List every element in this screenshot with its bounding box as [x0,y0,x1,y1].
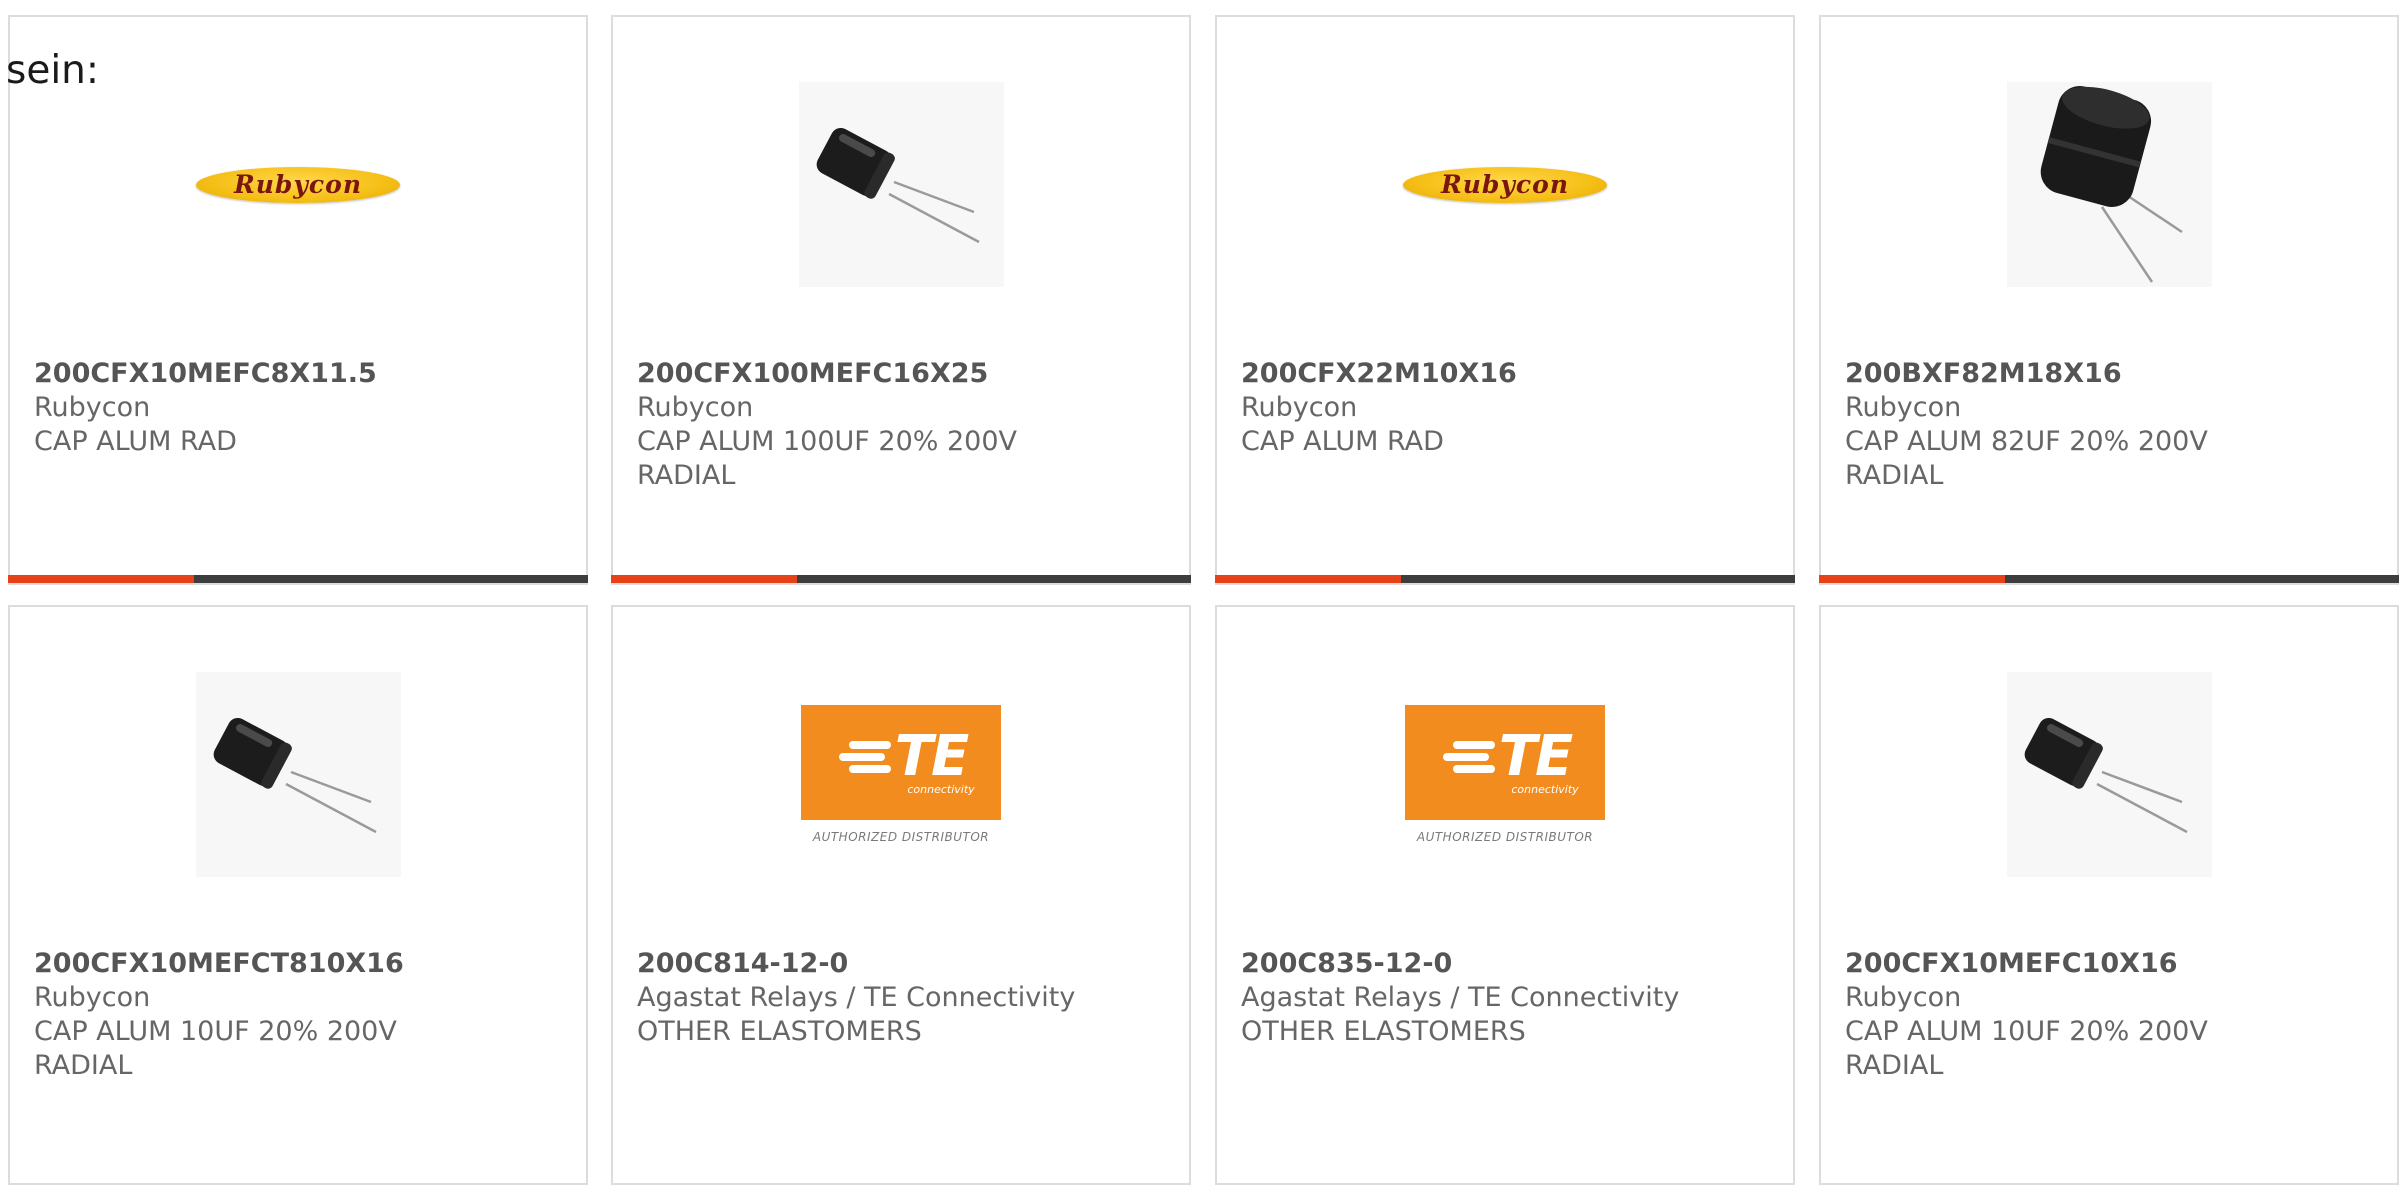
part-number[interactable]: 200BXF82M18X16 [1845,357,2373,391]
product-card[interactable]: Rubycon 200CFX10MEFC8X11.5 Rubycon CAP A… [8,15,588,585]
te-connectivity-logo: TE connectivity AUTHORIZED DISTRIBUTOR [801,705,1001,844]
carousel-progress-fill [1215,575,1401,583]
product-card[interactable]: 200CFX10MEFCT810X16 Rubycon CAP ALUM 10U… [8,605,588,1185]
description: OTHER ELASTOMERS [637,1016,922,1047]
product-image [613,82,1189,287]
carousel-progress-bar [1215,575,1795,583]
te-logo-caption: AUTHORIZED DISTRIBUTOR [1416,830,1594,844]
te-logo-text: TE [894,724,969,789]
description: CAP ALUM RAD [1241,426,1444,457]
te-logo-sub: connectivity [907,783,975,796]
product-image: TE connectivity AUTHORIZED DISTRIBUTOR [613,672,1189,877]
description: CAP ALUM RAD [34,426,237,457]
te-stripes-icon [1442,741,1495,773]
product-card[interactable]: TE connectivity AUTHORIZED DISTRIBUTOR 2… [611,605,1191,1185]
capacitor-icon [2006,82,2212,287]
product-image [10,672,586,877]
product-image: Rubycon [1217,82,1793,287]
te-logo-text: TE [1498,724,1573,789]
product-card[interactable]: 200BXF82M18X16 Rubycon CAP ALUM 82UF 20%… [1819,15,2399,585]
description: CAP ALUM 100UF 20% 200V RADIAL [637,426,1018,491]
product-card[interactable]: TE connectivity AUTHORIZED DISTRIBUTOR 2… [1215,605,1795,1185]
product-image: TE connectivity AUTHORIZED DISTRIBUTOR [1217,672,1793,877]
manufacturer: Agastat Relays / TE Connectivity [1241,982,1680,1013]
product-card[interactable]: 200CFX10MEFC10X16 Rubycon CAP ALUM 10UF … [1819,605,2399,1185]
manufacturer: Rubycon [34,982,151,1013]
description: CAP ALUM 10UF 20% 200V RADIAL [1845,1016,2208,1081]
rubycon-logo: Rubycon [1403,166,1607,203]
manufacturer: Rubycon [1845,982,1962,1013]
capacitor-icon [798,82,1004,287]
part-number[interactable]: 200CFX10MEFC8X11.5 [34,357,562,391]
part-number[interactable]: 200CFX22M10X16 [1241,357,1769,391]
rubycon-logo: Rubycon [196,166,400,203]
carousel-progress-bar [8,575,588,583]
manufacturer: Rubycon [34,392,151,423]
te-stripes-icon [838,741,891,773]
product-image [1821,82,2397,287]
carousel-progress-bar [611,575,1191,583]
te-logo-sub: connectivity [1511,783,1579,796]
description: CAP ALUM 10UF 20% 200V RADIAL [34,1016,397,1081]
part-number[interactable]: 200CFX100MEFC16X25 [637,357,1165,391]
carousel-progress-bar [1819,575,2399,583]
manufacturer: Rubycon [1845,392,1962,423]
manufacturer: Agastat Relays / TE Connectivity [637,982,1076,1013]
part-number[interactable]: 200CFX10MEFC10X16 [1845,947,2373,981]
capacitor-icon [2006,672,2212,877]
part-number[interactable]: 200C835-12-0 [1241,947,1769,981]
description: CAP ALUM 82UF 20% 200V RADIAL [1845,426,2208,491]
part-number[interactable]: 200CFX10MEFCT810X16 [34,947,562,981]
part-number[interactable]: 200C814-12-0 [637,947,1165,981]
carousel-progress-fill [611,575,797,583]
carousel-progress-fill [1819,575,2005,583]
manufacturer: Rubycon [1241,392,1358,423]
carousel-progress-fill [8,575,194,583]
page-label: sein: [6,48,100,93]
product-card[interactable]: 200CFX100MEFC16X25 Rubycon CAP ALUM 100U… [611,15,1191,585]
product-card[interactable]: Rubycon 200CFX22M10X16 Rubycon CAP ALUM … [1215,15,1795,585]
te-connectivity-logo: TE connectivity AUTHORIZED DISTRIBUTOR [1405,705,1605,844]
description: OTHER ELASTOMERS [1241,1016,1526,1047]
product-image: Rubycon [10,82,586,287]
manufacturer: Rubycon [637,392,754,423]
te-logo-caption: AUTHORIZED DISTRIBUTOR [812,830,990,844]
rubycon-logo-text: Rubycon [1440,170,1570,199]
capacitor-icon [195,672,401,877]
product-image [1821,672,2397,877]
rubycon-logo-text: Rubycon [233,170,363,199]
